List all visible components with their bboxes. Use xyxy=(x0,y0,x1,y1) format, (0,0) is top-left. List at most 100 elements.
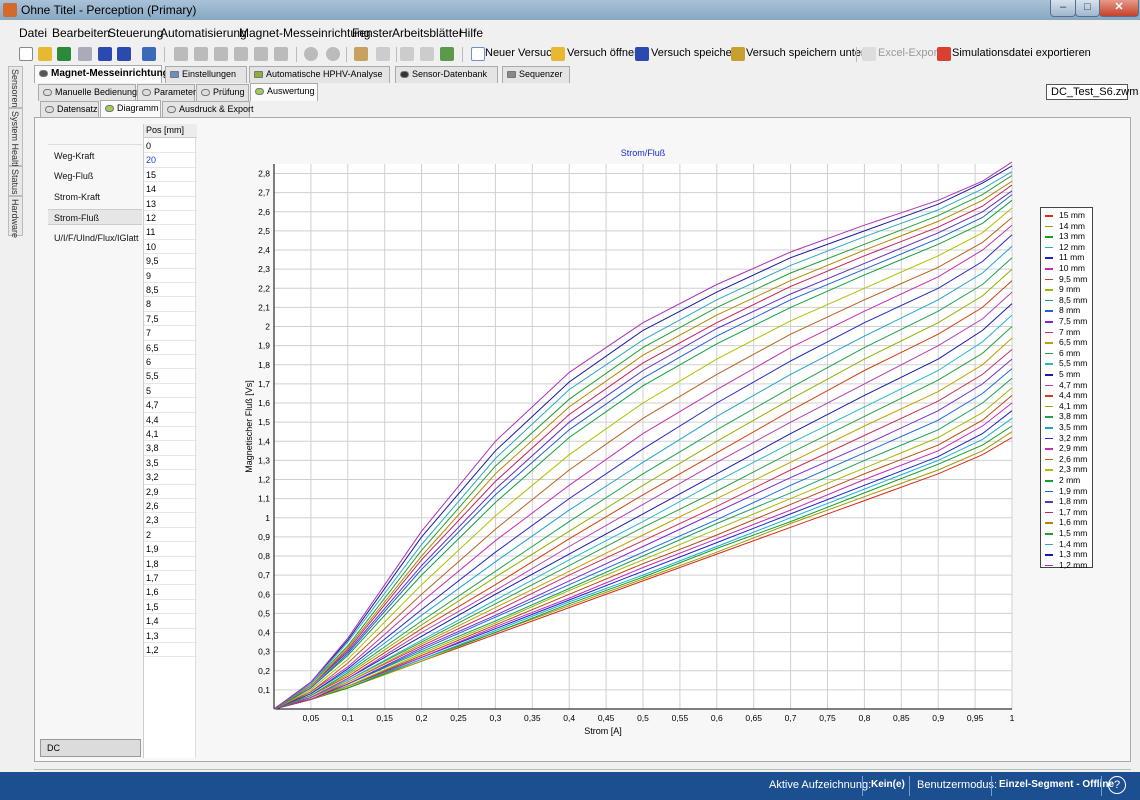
position-row[interactable]: 2 xyxy=(144,528,197,543)
position-row[interactable]: 15 xyxy=(144,168,197,183)
copy-icon[interactable] xyxy=(400,47,414,61)
position-row[interactable]: 1,7 xyxy=(144,571,197,586)
tab-diagramm[interactable]: Diagramm xyxy=(100,100,161,118)
position-row[interactable]: 2,3 xyxy=(144,513,197,528)
export-simulation-icon[interactable] xyxy=(937,47,951,61)
legend-item[interactable]: 14 mm xyxy=(1043,221,1093,232)
legend-item[interactable]: 3,2 mm xyxy=(1043,433,1093,444)
legend-item[interactable]: 13 mm xyxy=(1043,231,1093,242)
play-icon[interactable] xyxy=(174,47,188,61)
menu-datei[interactable]: Datei xyxy=(19,26,47,40)
menu-arbeitsblaetter[interactable]: Arbeitsblätter xyxy=(392,26,463,40)
legend-item[interactable]: 2,9 mm xyxy=(1043,443,1093,454)
position-row[interactable]: 3,5 xyxy=(144,456,197,471)
mode-selector[interactable]: DC xyxy=(40,739,141,757)
side-tab-sensoren[interactable]: Sensoren xyxy=(8,66,23,108)
position-row[interactable]: 1,8 xyxy=(144,557,197,571)
add-sheet-icon[interactable] xyxy=(440,47,454,61)
tab-sensor-datenbank[interactable]: Sensor-Datenbank xyxy=(395,66,498,83)
position-row[interactable]: 0 xyxy=(144,139,197,154)
open-folder-icon[interactable] xyxy=(38,47,52,61)
microphone-icon[interactable] xyxy=(274,47,288,61)
file-name-field[interactable]: DC_Test_S6.zwm xyxy=(1046,84,1138,100)
new-trial-icon[interactable] xyxy=(471,47,485,61)
diagram-item-strom-fluss[interactable]: Strom-Fluß xyxy=(48,209,142,225)
menu-bearbeiten[interactable]: Bearbeiten xyxy=(52,26,110,40)
legend-item[interactable]: 8,5 mm xyxy=(1043,295,1093,306)
step-icon[interactable] xyxy=(234,47,248,61)
position-row[interactable]: 4,4 xyxy=(144,413,197,427)
legend-item[interactable]: 3,8 mm xyxy=(1043,411,1093,422)
tab-pruefung[interactable]: Prüfung xyxy=(196,84,249,101)
menu-hilfe[interactable]: Hilfe xyxy=(459,26,483,40)
excel-export-button[interactable]: Excel-Export xyxy=(878,47,940,59)
legend-item[interactable]: 2 mm xyxy=(1043,475,1093,486)
legend-item[interactable]: 1,3 mm xyxy=(1043,549,1093,560)
legend-item[interactable]: 9 mm xyxy=(1043,284,1093,295)
position-row[interactable]: 13 xyxy=(144,197,197,211)
open-trial-button[interactable]: Versuch öffnen xyxy=(567,47,640,59)
legend-item[interactable]: 2,6 mm xyxy=(1043,454,1093,465)
legend-item[interactable]: 1,9 mm xyxy=(1043,486,1093,497)
save-as-icon[interactable] xyxy=(117,47,131,61)
tab-manuelle-bedienung[interactable]: Manuelle Bedienung xyxy=(38,84,137,101)
menu-magnet-messeinrichtung[interactable]: Magnet-Messeinrichtung xyxy=(239,26,370,40)
legend-item[interactable]: 1,5 mm xyxy=(1043,528,1093,539)
paste-icon[interactable] xyxy=(420,47,434,61)
position-row[interactable]: 8,5 xyxy=(144,283,197,298)
save-trial-icon[interactable] xyxy=(635,47,649,61)
menu-automatisierung[interactable]: Automatisierung xyxy=(160,26,247,40)
position-row[interactable]: 1,5 xyxy=(144,600,197,615)
legend-item[interactable]: 15 mm xyxy=(1043,210,1093,221)
legend-item[interactable]: 1,8 mm xyxy=(1043,496,1093,507)
help-icon[interactable]: ? xyxy=(1108,776,1126,794)
position-row[interactable]: 2,9 xyxy=(144,485,197,499)
legend-item[interactable]: 4,1 mm xyxy=(1043,401,1093,412)
position-row[interactable]: 1,3 xyxy=(144,629,197,643)
print-icon[interactable] xyxy=(78,47,92,61)
legend-item[interactable]: 1,7 mm xyxy=(1043,507,1093,518)
position-row[interactable]: 4,1 xyxy=(144,427,197,442)
stop-icon[interactable] xyxy=(194,47,208,61)
position-row[interactable]: 1,6 xyxy=(144,585,197,600)
clock-icon[interactable] xyxy=(304,47,318,61)
diagram-item-strom-kraft[interactable]: Strom-Kraft xyxy=(48,189,142,205)
export-simulation-button[interactable]: Simulationsdatei exportieren xyxy=(952,47,1091,59)
legend-item[interactable]: 5,5 mm xyxy=(1043,358,1093,369)
position-row[interactable]: 9 xyxy=(144,269,197,283)
position-row[interactable]: 1,2 xyxy=(144,643,197,658)
new-trial-button[interactable]: Neuer Versuch xyxy=(485,47,558,59)
legend-item[interactable]: 8 mm xyxy=(1043,305,1093,316)
legend-item[interactable]: 4,4 mm xyxy=(1043,390,1093,401)
position-row[interactable]: 6,5 xyxy=(144,341,197,355)
legend-item[interactable]: 7 mm xyxy=(1043,327,1093,338)
legend-item[interactable]: 4,7 mm xyxy=(1043,380,1093,391)
position-row[interactable]: 14 xyxy=(144,182,197,197)
side-tab-hardware[interactable]: Hardware xyxy=(8,196,23,238)
legend-item[interactable]: 1,4 mm xyxy=(1043,539,1093,550)
save-trial-as-button[interactable]: Versuch speichern unter... xyxy=(746,47,873,59)
position-row[interactable]: 2,6 xyxy=(144,499,197,514)
position-row[interactable]: 20 xyxy=(144,153,197,168)
diagram-item-u-i-f[interactable]: U/I/F/UInd/Flux/IGlatt xyxy=(48,230,142,246)
position-row[interactable]: 5,5 xyxy=(144,369,197,384)
position-row[interactable]: 3,8 xyxy=(144,441,197,456)
record-icon[interactable] xyxy=(214,47,228,61)
position-row[interactable]: 7,5 xyxy=(144,312,197,327)
diagram-item-weg-fluss[interactable]: Weg-Fluß xyxy=(48,168,142,184)
edit-sheet-icon[interactable] xyxy=(354,47,368,61)
tab-magnet-messeinrichtung[interactable]: Magnet-Messeinrichtung xyxy=(34,65,169,83)
title-bar[interactable]: Ohne Titel - Perception (Primary) – □ ✕ xyxy=(0,0,1140,20)
refresh-icon[interactable] xyxy=(142,47,156,61)
user-mode-value[interactable]: Einzel-Segment - Offline xyxy=(999,779,1114,790)
minimize-button[interactable]: – xyxy=(1050,0,1076,17)
save-icon[interactable] xyxy=(98,47,112,61)
legend-item[interactable]: 3,5 mm xyxy=(1043,422,1093,433)
position-row[interactable]: 8 xyxy=(144,297,197,312)
diagram-item-weg-kraft[interactable]: Weg-Kraft xyxy=(48,148,142,164)
maximize-button[interactable]: □ xyxy=(1075,0,1100,17)
position-row[interactable]: 6 xyxy=(144,355,197,370)
tab-auswertung[interactable]: Auswertung xyxy=(250,83,318,101)
tab-datensatz[interactable]: Datensatz xyxy=(40,101,99,118)
legend-item[interactable]: 2,3 mm xyxy=(1043,464,1093,475)
